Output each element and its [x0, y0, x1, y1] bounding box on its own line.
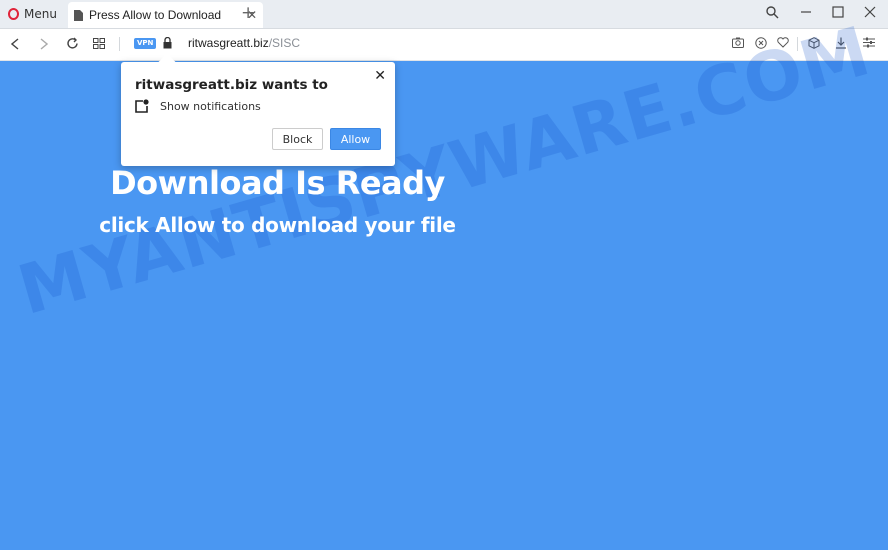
search-tabs-icon[interactable]	[766, 6, 779, 19]
tab-bar: Menu Press Allow to Download ✕ +	[0, 0, 888, 29]
url-path: /SISC	[268, 36, 301, 50]
menu-label: Menu	[24, 7, 57, 21]
page-subline: click Allow to download your file	[99, 213, 456, 237]
allow-button[interactable]: Allow	[330, 128, 381, 150]
divider	[119, 37, 120, 51]
permission-label: Show notifications	[160, 100, 261, 113]
notification-bell-icon	[135, 99, 149, 113]
url-host: ritwasgreatt.biz	[188, 36, 269, 50]
page-headline: Download Is Ready	[110, 164, 445, 202]
tabs-grid-icon[interactable]	[93, 38, 105, 49]
back-icon[interactable]	[11, 38, 19, 50]
lock-icon[interactable]	[163, 37, 172, 49]
tab-title: Press Allow to Download	[89, 8, 222, 22]
active-tab[interactable]: Press Allow to Download ✕	[68, 2, 263, 28]
forward-icon[interactable]	[40, 38, 48, 50]
notification-permission-popup: ritwasgreatt.biz wants to ✕ Show notific…	[121, 62, 395, 166]
reload-icon[interactable]	[66, 37, 79, 50]
block-button[interactable]: Block	[272, 128, 323, 150]
url-field[interactable]: ritwasgreatt.biz/SISC	[188, 36, 300, 50]
close-window-icon[interactable]	[864, 6, 876, 18]
popup-close-icon[interactable]: ✕	[374, 68, 386, 84]
minimize-icon[interactable]	[800, 6, 812, 18]
opera-logo-icon	[8, 8, 19, 20]
new-tab-button[interactable]: +	[241, 3, 255, 23]
vpn-badge[interactable]: VPN	[134, 38, 157, 49]
opera-menu-button[interactable]: Menu	[4, 4, 61, 24]
popup-title: ritwasgreatt.biz wants to	[135, 77, 328, 93]
page-icon	[74, 9, 83, 21]
